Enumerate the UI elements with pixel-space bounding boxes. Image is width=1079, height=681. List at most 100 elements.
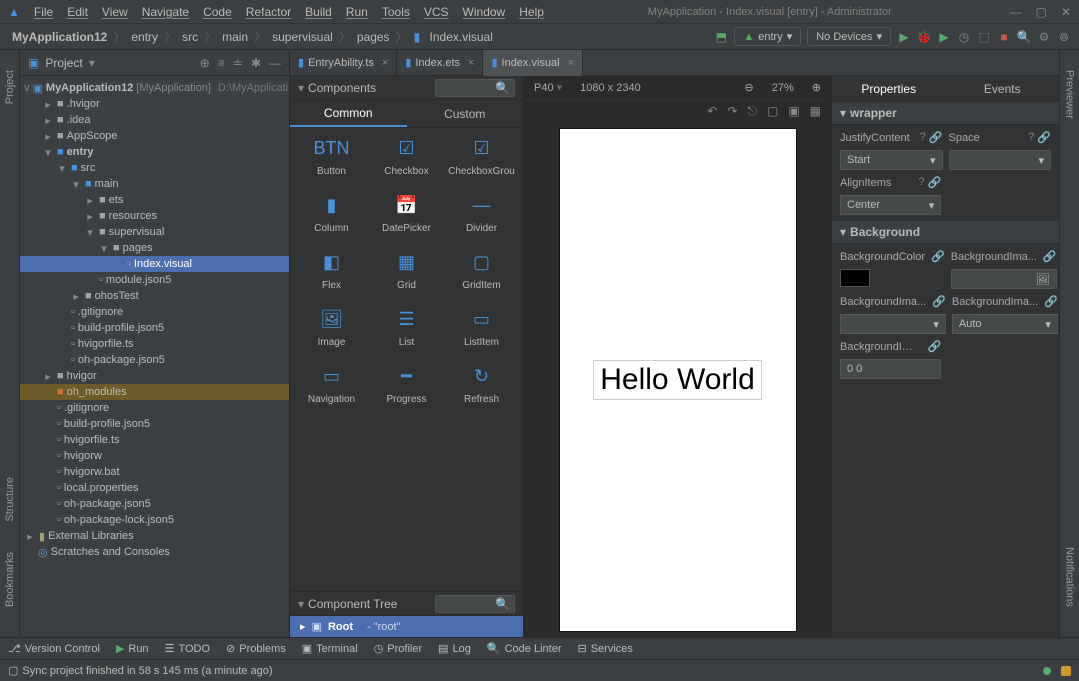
bgimage-select[interactable]: 🖼 xyxy=(951,269,1057,289)
link-icon[interactable]: 🔗 xyxy=(1043,250,1057,263)
breadcrumb-item[interactable]: entry xyxy=(127,28,162,46)
close-icon[interactable]: ✕ xyxy=(1061,5,1071,19)
tree-item[interactable]: ▫ oh-package-lock.json5 xyxy=(20,512,289,528)
tree-item[interactable]: ▾■ pages xyxy=(20,240,289,256)
menu-help[interactable]: Help xyxy=(513,3,550,21)
profile-icon[interactable]: ◷ xyxy=(957,30,971,44)
component-item[interactable]: 📅DatePicker xyxy=(373,193,441,234)
target-icon[interactable]: ⊕ xyxy=(200,56,210,70)
help-icon[interactable]: ? xyxy=(1028,131,1034,144)
stop-icon[interactable]: ■ xyxy=(997,30,1011,44)
tool-profiler[interactable]: ◷Profiler xyxy=(374,642,422,655)
tree-item[interactable]: ▾■ entry xyxy=(20,144,289,160)
tool-vcs[interactable]: ⎇Version Control xyxy=(8,642,100,655)
component-item[interactable]: ↻Refresh xyxy=(448,364,516,405)
device-select[interactable]: P40 ▾ xyxy=(534,81,562,94)
bgimage4-input[interactable]: 0 0 xyxy=(840,359,941,379)
tree-item[interactable]: ▸■ ets xyxy=(20,192,289,208)
tree-item[interactable]: ▫ .gitignore xyxy=(20,400,289,416)
project-tree[interactable]: v▣ MyApplication12 [MyApplication] D:\My… xyxy=(20,76,289,637)
maximize-icon[interactable]: ▢ xyxy=(1036,5,1047,19)
component-item[interactable]: ▦Grid xyxy=(373,250,441,291)
menu-code[interactable]: Code xyxy=(197,3,238,21)
tree-item[interactable]: ▸■ hvigor xyxy=(20,368,289,384)
component-item[interactable]: ◧Flex xyxy=(298,250,366,291)
menu-tools[interactable]: Tools xyxy=(376,3,416,21)
tool-terminal[interactable]: ▣Terminal xyxy=(302,642,358,655)
editor-tab[interactable]: ▮Index.visual× xyxy=(483,50,583,76)
rail-structure[interactable]: Structure xyxy=(4,477,16,522)
menu-vcs[interactable]: VCS xyxy=(418,3,455,21)
tree-item[interactable]: ▫ oh-package.json5 xyxy=(20,496,289,512)
component-item[interactable]: BTNButton xyxy=(298,136,366,177)
tree-item[interactable]: ▫ local.properties xyxy=(20,480,289,496)
breadcrumb-item[interactable]: pages xyxy=(353,28,394,46)
menu-view[interactable]: View xyxy=(96,3,134,21)
hide-icon[interactable]: — xyxy=(269,56,281,70)
help-icon[interactable]: ? xyxy=(920,131,926,144)
link-icon[interactable]: 🔗 xyxy=(1037,131,1051,144)
menu-window[interactable]: Window xyxy=(457,3,512,21)
build-icon[interactable]: ⬒ xyxy=(714,30,728,44)
menu-navigate[interactable]: Navigate xyxy=(136,3,195,21)
layout1-icon[interactable]: ▢ xyxy=(767,104,778,118)
components-search[interactable]: 🔍 xyxy=(435,79,515,97)
help-icon[interactable]: ? xyxy=(918,176,924,189)
tree-scratches[interactable]: ◎ Scratches and Consoles xyxy=(20,544,289,560)
section-wrapper[interactable]: ▾wrapper xyxy=(832,102,1059,125)
tree-item[interactable]: ▫ build-profile.json5 xyxy=(20,416,289,432)
tool-run[interactable]: ▶Run xyxy=(116,642,149,655)
component-item[interactable]: ▢GridItem xyxy=(448,250,516,291)
tab-custom[interactable]: Custom xyxy=(407,100,524,127)
tab-events[interactable]: Events xyxy=(946,76,1060,101)
section-background[interactable]: ▾Background xyxy=(832,221,1059,244)
tree-item[interactable]: ▸■ AppScope xyxy=(20,128,289,144)
editor-tab[interactable]: ▮Index.ets× xyxy=(397,50,483,76)
component-item[interactable]: ☑CheckboxGrou xyxy=(448,136,516,177)
settings-icon[interactable]: ⊚ xyxy=(1057,30,1071,44)
rotate-icon[interactable]: ⎋ xyxy=(747,104,757,119)
layout3-icon[interactable]: ▦ xyxy=(810,104,821,118)
breadcrumb-item[interactable]: supervisual xyxy=(268,28,337,46)
tool-linter[interactable]: 🔍Code Linter xyxy=(487,642,562,655)
justify-select[interactable]: Start▾ xyxy=(840,150,943,170)
tool-services[interactable]: ⊟Services xyxy=(577,642,632,655)
zoom-in-icon[interactable]: ⊕ xyxy=(812,81,821,94)
coverage-icon[interactable]: ▶ xyxy=(937,30,951,44)
tree-item[interactable]: ▸■ resources xyxy=(20,208,289,224)
zoom-out-icon[interactable]: ⊖ xyxy=(745,81,754,94)
tool-log[interactable]: ▤Log xyxy=(438,642,471,655)
component-item[interactable]: ▮Column xyxy=(298,193,366,234)
rail-previewer[interactable]: Previewer xyxy=(1064,70,1076,119)
component-item[interactable]: ▭ListItem xyxy=(448,307,516,348)
preview-canvas[interactable]: Hello World xyxy=(559,128,797,632)
link-icon[interactable]: 🔗 xyxy=(929,131,943,144)
tab-properties[interactable]: Properties xyxy=(832,76,946,101)
menu-edit[interactable]: Edit xyxy=(61,3,94,21)
close-icon[interactable]: × xyxy=(568,57,574,69)
breadcrumb-file[interactable]: ▮ Index.visual xyxy=(410,28,497,46)
gear-icon[interactable]: ⚙ xyxy=(1037,30,1051,44)
tree-item[interactable]: ▾■ src xyxy=(20,160,289,176)
component-item[interactable]: ━Progress xyxy=(373,364,441,405)
align-select[interactable]: Center▾ xyxy=(840,195,941,215)
breadcrumb-item[interactable]: main xyxy=(218,28,252,46)
component-item[interactable]: ☑Checkbox xyxy=(373,136,441,177)
close-icon[interactable]: × xyxy=(382,57,388,69)
rail-bookmarks[interactable]: Bookmarks xyxy=(4,552,16,607)
breadcrumb-root[interactable]: MyApplication12 xyxy=(8,28,111,46)
tree-item[interactable]: ▫ hvigorw.bat xyxy=(20,464,289,480)
space-select[interactable]: ▾ xyxy=(949,150,1052,170)
tree-item[interactable]: ▫ hvigorw xyxy=(20,448,289,464)
component-item[interactable]: ▭Navigation xyxy=(298,364,366,405)
tree-item[interactable]: ▫ oh-package.json5 xyxy=(20,352,289,368)
tree-item[interactable]: ▾■ main xyxy=(20,176,289,192)
component-item[interactable]: —Divider xyxy=(448,193,516,234)
tree-external-libs[interactable]: ▸▮ External Libraries xyxy=(20,528,289,544)
tool-problems[interactable]: ⊘Problems xyxy=(226,642,286,655)
link-icon[interactable]: 🔗 xyxy=(928,176,942,189)
link-icon[interactable]: 🔗 xyxy=(1044,295,1058,308)
device-select[interactable]: No Devices▾ xyxy=(807,27,891,46)
tree-item[interactable]: ▫ Index.visual xyxy=(20,256,289,272)
attach-icon[interactable]: ⬚ xyxy=(977,30,991,44)
